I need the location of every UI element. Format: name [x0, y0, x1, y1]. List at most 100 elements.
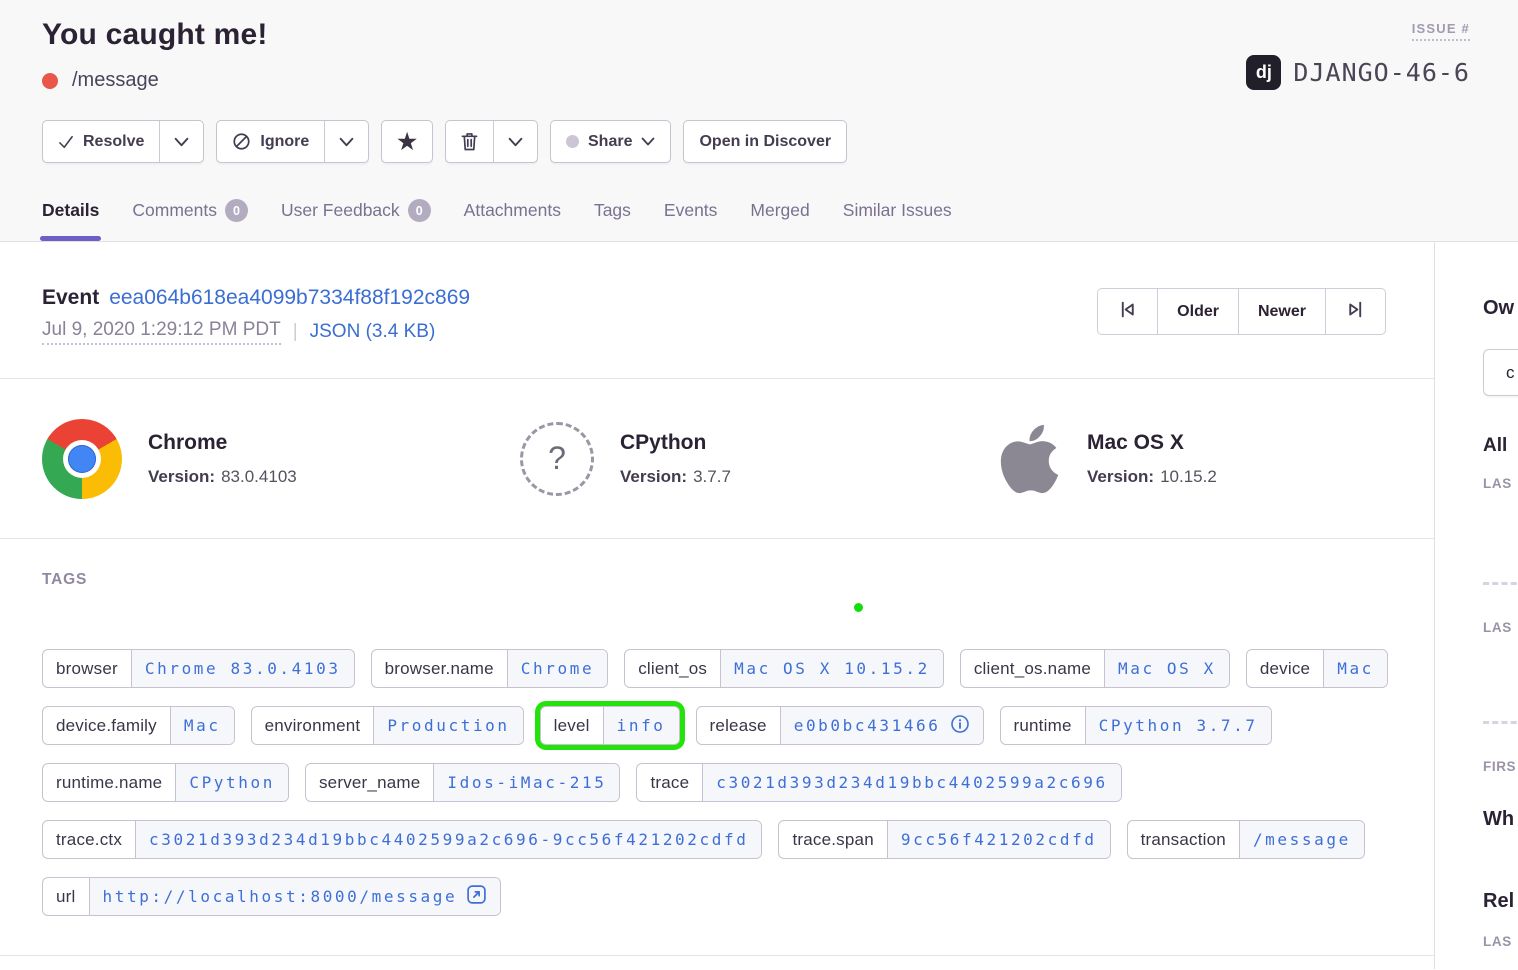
- ignore-label: Ignore: [260, 133, 309, 151]
- context-name: Chrome: [148, 431, 297, 455]
- tab-comments[interactable]: Comments0: [132, 199, 248, 241]
- tag-pill-client-os-name[interactable]: client_os.nameMac OS X: [960, 649, 1230, 688]
- tab-events[interactable]: Events: [664, 199, 718, 241]
- all-events-heading: All: [1483, 435, 1507, 457]
- stat-label: LAS: [1483, 934, 1512, 949]
- version-value: 10.15.2: [1160, 467, 1217, 486]
- chrome-icon: [42, 419, 122, 499]
- event-label: Event: [42, 286, 99, 309]
- issue-tabs: Details Comments0 User Feedback0 Attachm…: [42, 199, 1470, 241]
- version-label: Version:: [1087, 467, 1154, 486]
- issue-short-id: DJANGO-46-6: [1293, 58, 1470, 87]
- event-pagination: Older Newer: [1097, 288, 1386, 335]
- event-id-link[interactable]: eea064b618ea4099b7334f88f192c869: [109, 286, 470, 309]
- resolve-label: Resolve: [83, 133, 144, 151]
- tab-label: Merged: [750, 200, 809, 221]
- tags-heading: TAGS: [42, 571, 1392, 589]
- tag-list: browserChrome 83.0.4103 browser.nameChro…: [42, 649, 1392, 916]
- issue-sidebar-clipped: Ow c All LAS LAS FIRS Wh Rel LAS: [1435, 242, 1518, 969]
- ignore-button[interactable]: Ignore: [217, 121, 324, 162]
- tag-pill-browser-name[interactable]: browser.nameChrome: [371, 649, 609, 688]
- context-browser: Chrome Version:83.0.4103: [0, 419, 478, 499]
- tab-details[interactable]: Details: [42, 199, 99, 241]
- delete-button[interactable]: [446, 121, 493, 162]
- open-in-discover-label: Open in Discover: [699, 133, 831, 151]
- delete-dropdown-button[interactable]: [493, 121, 537, 162]
- tag-pill-runtime-name[interactable]: runtime.nameCPython: [42, 763, 289, 802]
- resolve-dropdown-button[interactable]: [159, 121, 203, 162]
- separator: |: [293, 321, 298, 343]
- chevron-down-icon: [641, 137, 655, 146]
- comments-count-badge: 0: [225, 199, 248, 222]
- tab-label: Events: [664, 200, 718, 221]
- tab-tags[interactable]: Tags: [594, 199, 631, 241]
- error-level-dot: [42, 73, 58, 89]
- skip-to-first-icon: [1117, 299, 1138, 325]
- sparkline-placeholder: [1483, 721, 1518, 724]
- newer-event-button[interactable]: Newer: [1238, 288, 1326, 335]
- share-button[interactable]: Share: [551, 121, 670, 162]
- tag-pill-runtime[interactable]: runtimeCPython 3.7.7: [1000, 706, 1272, 745]
- sparkline-placeholder: [1483, 582, 1518, 585]
- context-os: Mac OS X Version: 10.15.2: [956, 420, 1434, 498]
- django-project-icon: dj: [1246, 55, 1281, 90]
- tag-pill-server-name[interactable]: server_nameIdos-iMac-215: [305, 763, 620, 802]
- tag-pill-client-os[interactable]: client_osMac OS X 10.15.2: [624, 649, 944, 688]
- context-runtime: ? CPython Version:3.7.7: [478, 422, 956, 496]
- tag-pill-browser[interactable]: browserChrome 83.0.4103: [42, 649, 355, 688]
- stat-label: FIRS: [1483, 759, 1516, 774]
- open-in-discover-button[interactable]: Open in Discover: [684, 121, 846, 162]
- tag-pill-device[interactable]: deviceMac: [1246, 649, 1388, 688]
- tag-pill-device-family[interactable]: device.familyMac: [42, 706, 235, 745]
- tab-user-feedback[interactable]: User Feedback0: [281, 199, 431, 241]
- tag-pill-trace-span[interactable]: trace.span9cc56f421202cdfd: [778, 820, 1110, 859]
- tag-pill-trace[interactable]: tracec3021d393d234d19bbc4402599a2c696: [636, 763, 1121, 802]
- page-title: You caught me!: [42, 18, 268, 52]
- tag-pill-trace-ctx[interactable]: trace.ctxc3021d393d234d19bbc4402599a2c69…: [42, 820, 762, 859]
- sidebar-input-clipped[interactable]: c: [1483, 349, 1518, 396]
- tab-similar-issues[interactable]: Similar Issues: [843, 199, 952, 241]
- event-timestamp: Jul 9, 2020 1:29:12 PM PDT: [42, 319, 281, 345]
- event-json-link[interactable]: JSON (3.4 KB): [310, 321, 436, 343]
- apple-icon: [998, 420, 1061, 498]
- tag-pill-release[interactable]: releasee0b0bc431466: [696, 706, 984, 745]
- issue-actions: Resolve Ignore ★: [42, 120, 1470, 163]
- skip-to-last-icon: [1345, 299, 1366, 325]
- unknown-runtime-icon: ?: [520, 422, 594, 496]
- version-label: Version:: [620, 467, 687, 486]
- tab-label: Attachments: [464, 200, 561, 221]
- tag-pill-environment[interactable]: environmentProduction: [251, 706, 524, 745]
- tab-label: User Feedback: [281, 200, 400, 221]
- ignore-icon: [232, 132, 251, 151]
- latest-event-button[interactable]: [1325, 288, 1386, 335]
- star-icon: ★: [397, 131, 417, 153]
- tag-pill-url[interactable]: urlhttp://localhost:8000/message: [42, 877, 501, 916]
- culprit-path: /message: [72, 69, 159, 92]
- issue-number-label: ISSUE #: [1412, 21, 1470, 41]
- context-name: Mac OS X: [1087, 431, 1217, 455]
- older-event-button[interactable]: Older: [1157, 288, 1239, 335]
- oldest-event-button[interactable]: [1097, 288, 1158, 335]
- bookmark-star-button[interactable]: ★: [382, 121, 432, 162]
- share-status-dot: [566, 135, 579, 148]
- share-label: Share: [588, 133, 632, 151]
- tab-merged[interactable]: Merged: [750, 199, 809, 241]
- release-heading: Rel: [1483, 890, 1514, 913]
- tag-pill-level-highlighted[interactable]: levelinfo: [540, 706, 680, 745]
- tag-pill-transaction[interactable]: transaction/message: [1127, 820, 1365, 859]
- resolve-button[interactable]: Resolve: [43, 121, 159, 162]
- tab-attachments[interactable]: Attachments: [464, 199, 561, 241]
- cursor-position-dot: [854, 603, 863, 612]
- issue-header: You caught me! /message ISSUE # dj DJANG…: [0, 0, 1518, 242]
- stat-label: LAS: [1483, 620, 1512, 635]
- info-icon[interactable]: [950, 714, 970, 738]
- tags-section: TAGS browserChrome 83.0.4103 browser.nam…: [0, 539, 1434, 956]
- checkmark-icon: [58, 135, 74, 149]
- tab-label: Tags: [594, 200, 631, 221]
- owners-heading: Ow: [1483, 297, 1514, 320]
- tab-label: Similar Issues: [843, 200, 952, 221]
- version-label: Version:: [148, 467, 215, 486]
- external-link-icon[interactable]: [466, 884, 487, 909]
- chevron-down-icon: [508, 137, 523, 147]
- ignore-dropdown-button[interactable]: [324, 121, 368, 162]
